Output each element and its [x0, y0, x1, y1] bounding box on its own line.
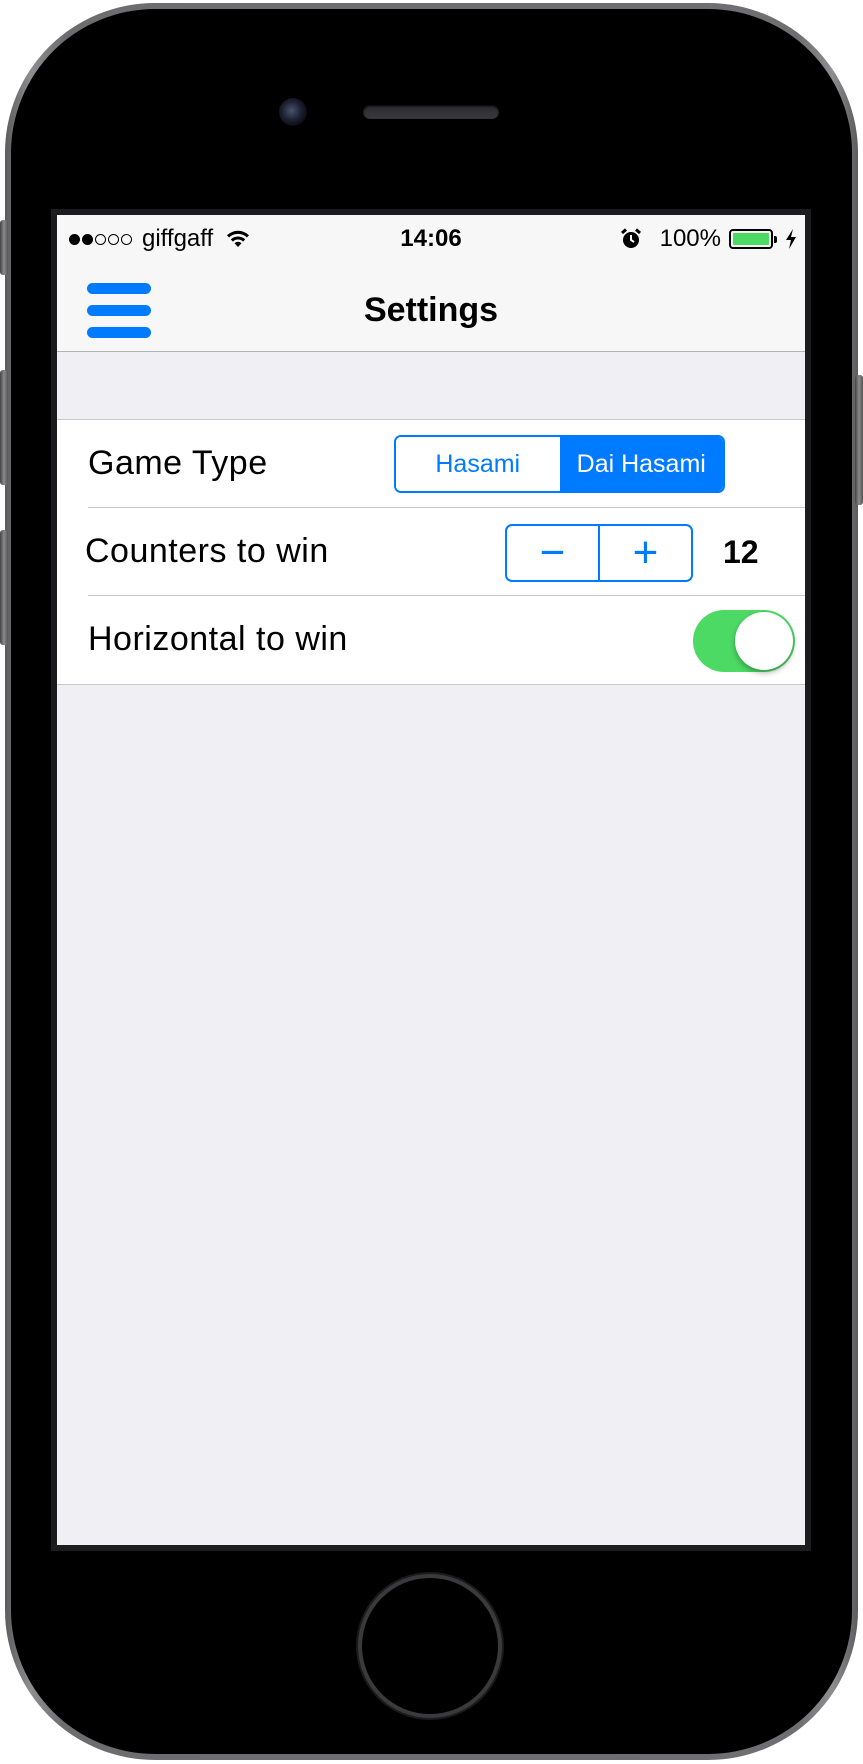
- horizontal-to-win-label: Horizontal to win: [88, 620, 348, 658]
- battery-level: [733, 233, 769, 245]
- counters-to-win-label: Counters to win: [85, 532, 329, 570]
- decrement-button[interactable]: −: [507, 526, 598, 580]
- volume-up-button: [0, 370, 8, 485]
- horizontal-to-win-toggle[interactable]: [693, 610, 795, 672]
- game-type-segmented-control[interactable]: Hasami Dai Hasami: [394, 435, 725, 493]
- segment-dai-hasami[interactable]: Dai Hasami: [559, 437, 723, 491]
- earpiece-speaker: [363, 105, 499, 119]
- game-type-row: Game Type Hasami Dai Hasami: [57, 420, 805, 508]
- screen: giffgaff 14:06 100% Settings Game Type H…: [51, 209, 811, 1551]
- status-bar: giffgaff 14:06 100%: [57, 215, 805, 261]
- increment-button[interactable]: +: [598, 526, 691, 580]
- navigation-bar: Settings: [57, 261, 805, 352]
- settings-table: Game Type Hasami Dai Hasami Counters to …: [57, 419, 805, 685]
- game-type-label: Game Type: [88, 444, 268, 482]
- charging-bolt-icon: [786, 229, 796, 249]
- mute-switch: [0, 220, 8, 275]
- battery-tip: [774, 236, 777, 243]
- counters-to-win-row: Counters to win − + 12: [57, 508, 805, 596]
- counters-value: 12: [723, 534, 759, 570]
- toggle-knob[interactable]: [735, 612, 793, 670]
- power-button: [855, 375, 863, 505]
- horizontal-to-win-row: Horizontal to win: [57, 596, 805, 684]
- alarm-icon: [620, 228, 641, 248]
- front-camera: [279, 98, 307, 126]
- battery-percent: 100%: [659, 225, 721, 252]
- segment-hasami[interactable]: Hasami: [396, 437, 560, 491]
- page-title: Settings: [363, 291, 499, 329]
- counters-stepper[interactable]: − +: [505, 524, 693, 582]
- battery-icon: [729, 229, 777, 249]
- home-button[interactable]: [362, 1578, 498, 1714]
- status-right: 100%: [620, 225, 797, 253]
- volume-down-button: [0, 530, 8, 645]
